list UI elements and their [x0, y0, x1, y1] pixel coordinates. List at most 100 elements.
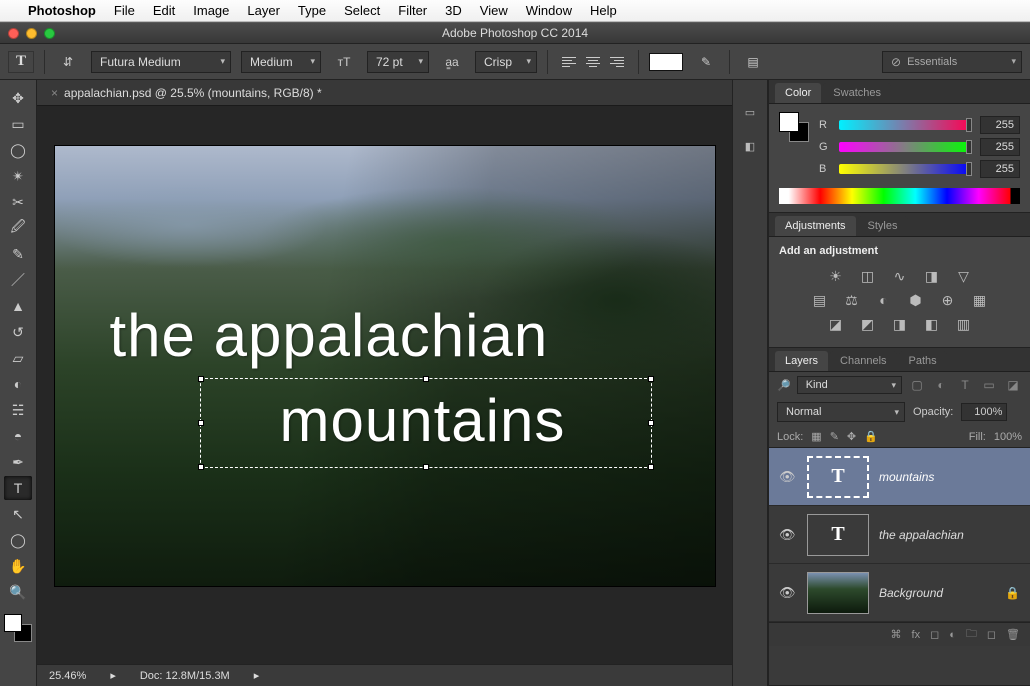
window-minimize-button[interactable]: [26, 28, 37, 39]
foreground-background-colors[interactable]: [4, 614, 32, 642]
text-transform-box[interactable]: [200, 378, 652, 468]
vibrance-icon[interactable]: ▽: [954, 267, 974, 285]
layer-row[interactable]: 👁 T the appalachian: [769, 506, 1030, 564]
menu-window[interactable]: Window: [526, 3, 572, 18]
new-layer-icon[interactable]: ◻: [987, 628, 996, 641]
layer-filter-dropdown[interactable]: Kind: [797, 376, 902, 394]
color-lookup-icon[interactable]: ▦: [970, 291, 990, 309]
history-panel-icon[interactable]: ▭: [739, 102, 761, 122]
properties-panel-icon[interactable]: ◧: [739, 136, 761, 156]
menu-edit[interactable]: Edit: [153, 3, 175, 18]
align-left-button[interactable]: [558, 52, 580, 72]
lasso-tool[interactable]: ◯: [4, 138, 32, 162]
healing-brush-tool[interactable]: ✎: [4, 242, 32, 266]
posterize-icon[interactable]: ◩: [858, 315, 878, 333]
new-fill-layer-icon[interactable]: ◐: [949, 629, 956, 641]
window-close-button[interactable]: [8, 28, 19, 39]
marquee-tool[interactable]: ▭: [4, 112, 32, 136]
delete-layer-icon[interactable]: 🗑: [1006, 628, 1020, 641]
history-brush-tool[interactable]: ↺: [4, 320, 32, 344]
zoom-level[interactable]: 25.46%: [49, 670, 86, 682]
layer-name[interactable]: the appalachian: [879, 528, 1020, 542]
lock-image-icon[interactable]: ✎: [830, 430, 839, 443]
menu-file[interactable]: File: [114, 3, 135, 18]
filter-adjustment-icon[interactable]: ◐: [932, 377, 950, 393]
paths-tab[interactable]: Paths: [899, 351, 947, 371]
color-tab[interactable]: Color: [775, 83, 821, 103]
fill-value[interactable]: 100%: [994, 431, 1022, 443]
antialias-dropdown[interactable]: Crisp: [475, 51, 537, 73]
type-tool-preset-icon[interactable]: T: [8, 51, 34, 73]
document-canvas[interactable]: the appalachian mountains: [55, 146, 715, 586]
lock-transparent-icon[interactable]: ▦: [811, 430, 821, 443]
visibility-toggle-icon[interactable]: 👁: [779, 469, 797, 485]
text-color-swatch[interactable]: [649, 53, 683, 71]
red-value[interactable]: 255: [980, 116, 1020, 134]
align-right-button[interactable]: [606, 52, 628, 72]
layer-row[interactable]: 👁 T mountains: [769, 448, 1030, 506]
opacity-value[interactable]: 100%: [961, 403, 1007, 421]
channels-tab[interactable]: Channels: [830, 351, 896, 371]
character-panel-icon[interactable]: ▤: [740, 51, 766, 73]
layer-style-icon[interactable]: fx: [912, 629, 921, 641]
black-white-icon[interactable]: ◐: [874, 291, 894, 309]
menu-3d[interactable]: 3D: [445, 3, 462, 18]
visibility-toggle-icon[interactable]: 👁: [779, 585, 797, 601]
path-selection-tool[interactable]: ↖: [4, 502, 32, 526]
shape-tool[interactable]: ◯: [4, 528, 32, 552]
zoom-tool[interactable]: 🔍: [4, 580, 32, 604]
pen-tool[interactable]: ✒: [4, 450, 32, 474]
invert-icon[interactable]: ◪: [826, 315, 846, 333]
brush-tool[interactable]: ／: [4, 268, 32, 292]
styles-tab[interactable]: Styles: [858, 216, 908, 236]
blue-slider[interactable]: [839, 164, 972, 174]
hand-tool[interactable]: ✋: [4, 554, 32, 578]
document-size[interactable]: Doc: 12.8M/15.3M: [140, 670, 230, 682]
layer-thumbnail[interactable]: [807, 572, 869, 614]
menu-view[interactable]: View: [480, 3, 508, 18]
align-center-button[interactable]: [582, 52, 604, 72]
crop-tool[interactable]: ✂: [4, 190, 32, 214]
text-orientation-icon[interactable]: ⇵: [55, 51, 81, 73]
threshold-icon[interactable]: ◨: [890, 315, 910, 333]
font-family-dropdown[interactable]: Futura Medium: [91, 51, 231, 73]
workspace-switcher[interactable]: Essentials: [882, 51, 1022, 73]
curves-icon[interactable]: ∿: [890, 267, 910, 285]
adjustments-tab[interactable]: Adjustments: [775, 216, 856, 236]
eraser-tool[interactable]: ▱: [4, 346, 32, 370]
layer-thumbnail[interactable]: T: [807, 514, 869, 556]
blue-value[interactable]: 255: [980, 160, 1020, 178]
move-tool[interactable]: ✥: [4, 86, 32, 110]
layer-row[interactable]: 👁 Background 🔒: [769, 564, 1030, 622]
window-zoom-button[interactable]: [44, 28, 55, 39]
menu-help[interactable]: Help: [590, 3, 617, 18]
selective-color-icon[interactable]: ▥: [954, 315, 974, 333]
photo-filter-icon[interactable]: ⬢: [906, 291, 926, 309]
green-value[interactable]: 255: [980, 138, 1020, 156]
brightness-contrast-icon[interactable]: ☀: [826, 267, 846, 285]
warp-text-icon[interactable]: ✎: [693, 51, 719, 73]
filter-type-icon[interactable]: T: [956, 377, 974, 393]
type-tool[interactable]: T: [4, 476, 32, 500]
document-tab[interactable]: appalachian.psd @ 25.5% (mountains, RGB/…: [64, 86, 322, 100]
color-balance-icon[interactable]: ⚖: [842, 291, 862, 309]
filter-smartobject-icon[interactable]: ◪: [1004, 377, 1022, 393]
link-layers-icon[interactable]: ⌘: [891, 628, 902, 641]
channel-mixer-icon[interactable]: ⊕: [938, 291, 958, 309]
layer-thumbnail[interactable]: T: [807, 456, 869, 498]
levels-icon[interactable]: ◫: [858, 267, 878, 285]
lock-position-icon[interactable]: ✥: [847, 430, 856, 443]
menu-image[interactable]: Image: [193, 3, 229, 18]
menu-select[interactable]: Select: [344, 3, 380, 18]
lock-all-icon[interactable]: 🔒: [864, 430, 878, 443]
exposure-icon[interactable]: ◨: [922, 267, 942, 285]
new-group-icon[interactable]: 🗀: [966, 625, 977, 644]
magic-wand-tool[interactable]: ✴: [4, 164, 32, 188]
blur-tool[interactable]: ☵: [4, 398, 32, 422]
filter-pixel-icon[interactable]: ▢: [908, 377, 926, 393]
filter-shape-icon[interactable]: ▭: [980, 377, 998, 393]
swatches-tab[interactable]: Swatches: [823, 83, 891, 103]
red-slider[interactable]: [839, 120, 972, 130]
layer-name[interactable]: Background: [879, 586, 995, 600]
dodge-tool[interactable]: ◓: [4, 424, 32, 448]
